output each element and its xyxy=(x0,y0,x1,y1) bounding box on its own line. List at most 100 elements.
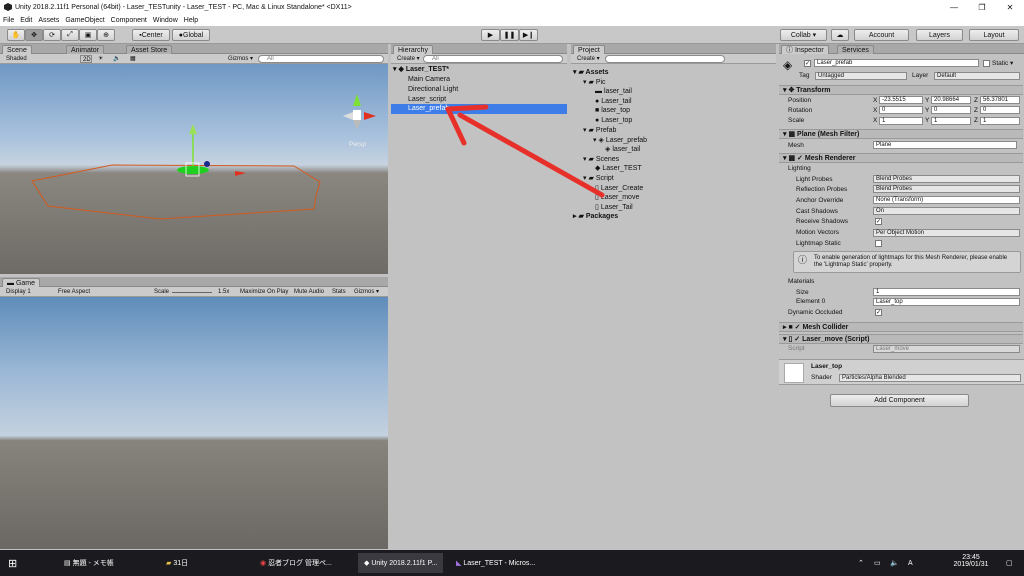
anchor-override-field[interactable]: None (Transform) xyxy=(873,196,1020,204)
element-0-field[interactable]: Laser_top xyxy=(873,298,1020,306)
aspect-dropdown[interactable]: Free Aspect xyxy=(56,288,150,296)
dynamic-occluded-checkbox[interactable]: ✓ xyxy=(875,309,882,316)
taskbar-item-visual-studio[interactable]: ◣ Laser_TEST - Micros... xyxy=(452,553,539,573)
maximize-button[interactable]: ❐ xyxy=(968,0,996,14)
hierarchy-item-main-camera[interactable]: Main Camera xyxy=(408,75,450,85)
menu-help[interactable]: Help xyxy=(184,17,198,24)
tab-hierarchy[interactable]: Hierarchy xyxy=(393,45,433,54)
scale-tool-icon[interactable]: ⤢ xyxy=(61,29,79,41)
reflection-probes-dropdown[interactable]: Blend Probes xyxy=(873,185,1020,193)
scene-orientation-gizmo[interactable] xyxy=(343,94,376,130)
menu-window[interactable]: Window xyxy=(153,17,178,24)
project-item[interactable]: ◈ laser_tail xyxy=(605,145,640,155)
tab-inspector[interactable]: ⓘ Inspector xyxy=(781,45,829,54)
pause-button[interactable]: ❚❚ xyxy=(500,29,519,41)
rotate-tool-icon[interactable]: ⟳ xyxy=(43,29,61,41)
tab-asset-store[interactable]: Asset Store xyxy=(126,45,173,54)
mesh-collider-header[interactable]: ▸ ■ ✓ Mesh Collider xyxy=(779,322,1023,332)
scene-gizmos-dropdown[interactable]: Gizmos ▾ xyxy=(226,55,256,63)
account-dropdown[interactable]: Account xyxy=(854,29,909,41)
shading-mode-dropdown[interactable]: Shaded xyxy=(4,55,74,63)
notifications-icon[interactable]: ▢ xyxy=(1006,553,1013,573)
position-y-input[interactable]: 20.98664 xyxy=(931,96,971,104)
receive-shadows-checkbox[interactable]: ✓ xyxy=(875,218,882,225)
position-z-input[interactable]: 56.37801 xyxy=(980,96,1020,104)
menu-file[interactable]: File xyxy=(3,17,14,24)
lightmap-static-checkbox[interactable] xyxy=(875,240,882,247)
tab-scene[interactable]: Scene xyxy=(2,45,32,54)
static-dropdown[interactable]: Static ▾ xyxy=(992,59,1013,68)
mesh-renderer-header[interactable]: ▾ ▦ ✓ Mesh Renderer xyxy=(779,153,1023,163)
tab-services[interactable]: Services xyxy=(837,45,874,54)
scene-search-input[interactable]: All xyxy=(258,55,384,63)
mute-audio-toggle[interactable]: Mute Audio xyxy=(292,288,326,296)
audio-toggle-icon[interactable]: 🔈 xyxy=(111,55,123,63)
transform-tool-icon[interactable]: ⊕ xyxy=(97,29,115,41)
volume-icon[interactable]: 🔈 xyxy=(890,553,899,573)
menu-component[interactable]: Component xyxy=(111,17,147,24)
gameobject-name-input[interactable]: Laser_prefab xyxy=(814,59,979,67)
game-viewport[interactable] xyxy=(0,297,388,549)
cloud-icon[interactable]: ☁ xyxy=(831,29,849,41)
rotation-x-input[interactable]: 0 xyxy=(879,106,923,114)
add-component-button[interactable]: Add Component xyxy=(830,394,969,407)
cast-shadows-dropdown[interactable]: On xyxy=(873,207,1020,215)
taskbar-item-unity[interactable]: ◆ Unity 2018.2.11f1 P... xyxy=(358,553,444,573)
scale-x-input[interactable]: 1 xyxy=(879,117,923,125)
rotation-y-input[interactable]: 0 xyxy=(931,106,971,114)
stats-toggle[interactable]: Stats xyxy=(330,288,348,296)
lighting-toggle-icon[interactable]: ☀ xyxy=(96,55,108,63)
taskbar-item-notepad[interactable]: ▤ 無題 - メモ帳 xyxy=(64,553,114,573)
tray-chevron-icon[interactable]: ⌃ xyxy=(858,553,864,573)
maximize-on-play-toggle[interactable]: Maximize On Play xyxy=(238,288,290,296)
project-folder-assets[interactable]: ▾ ▰ Assets xyxy=(573,68,609,78)
scene-viewport[interactable]: Persp xyxy=(0,64,388,274)
hierarchy-scene-root[interactable]: ▾ ◆ Laser_TEST* xyxy=(393,65,449,75)
project-create-dropdown[interactable]: Create ▾ xyxy=(575,55,602,63)
laser-move-script-header[interactable]: ▾ ▯ ✓ Laser_move (Script) xyxy=(779,334,1023,344)
tab-project[interactable]: Project xyxy=(573,45,605,54)
hand-tool-icon[interactable]: ✋ xyxy=(7,29,25,41)
materials-size-input[interactable]: 1 xyxy=(873,288,1020,296)
collab-dropdown[interactable]: Collab ▾ xyxy=(780,29,827,41)
clock[interactable]: 23:45 2019/01/31 xyxy=(946,554,996,568)
materials-foldout[interactable]: Materials xyxy=(788,277,814,286)
position-x-input[interactable]: -23.5515 xyxy=(879,96,923,104)
global-button[interactable]: ● Global xyxy=(172,29,210,41)
menu-edit[interactable]: Edit xyxy=(20,17,32,24)
taskbar-item-folder[interactable]: ▰ 31日 xyxy=(166,553,188,573)
rotation-z-input[interactable]: 0 xyxy=(980,106,1020,114)
motion-vectors-dropdown[interactable]: Per Object Motion xyxy=(873,229,1020,237)
rect-tool-icon[interactable]: ▣ xyxy=(79,29,97,41)
transform-header[interactable]: ▾ ✥ Transform xyxy=(779,85,1023,95)
ime-icon[interactable]: A xyxy=(908,553,913,573)
windows-start-icon[interactable]: ⊞ xyxy=(8,553,17,573)
mesh-filter-header[interactable]: ▾ ▦ Plane (Mesh Filter) xyxy=(779,129,1023,139)
pivot-center-button[interactable]: ▪ Center xyxy=(132,29,170,41)
scale-y-input[interactable]: 1 xyxy=(931,117,971,125)
lighting-foldout[interactable]: Lighting xyxy=(788,164,811,173)
network-icon[interactable]: ▭ xyxy=(874,553,881,573)
layer-dropdown[interactable]: Default xyxy=(934,72,1020,80)
tab-game[interactable]: ▬ Game xyxy=(2,278,41,287)
close-button[interactable]: ✕ xyxy=(996,0,1024,14)
tag-dropdown[interactable]: Untagged xyxy=(815,72,907,80)
menu-assets[interactable]: Assets xyxy=(38,17,59,24)
tab-animator[interactable]: Animator xyxy=(66,45,105,54)
display-dropdown[interactable]: Display 1 xyxy=(4,288,52,296)
effects-toggle-icon[interactable]: ▦ xyxy=(128,55,142,63)
minimize-button[interactable]: — xyxy=(940,0,968,14)
scale-z-input[interactable]: 1 xyxy=(980,117,1020,125)
2d-toggle[interactable]: 2D xyxy=(80,55,92,63)
shader-dropdown[interactable]: Particles/Alpha Blended xyxy=(839,374,1021,382)
game-gizmos-dropdown[interactable]: Gizmos ▾ xyxy=(352,288,381,296)
move-tool-icon[interactable]: ✥ xyxy=(25,29,43,41)
play-button[interactable]: ▶ xyxy=(481,29,500,41)
mesh-field[interactable]: Plane xyxy=(873,141,1017,149)
hierarchy-search-input[interactable]: All xyxy=(423,55,563,63)
layers-dropdown[interactable]: Layers xyxy=(916,29,963,41)
taskbar-item-chrome[interactable]: ◉ 忍者ブログ 管理ペ... xyxy=(260,553,332,573)
menu-gameobject[interactable]: GameObject xyxy=(65,17,104,24)
hierarchy-item-directional-light[interactable]: Directional Light xyxy=(408,85,458,95)
static-checkbox[interactable] xyxy=(983,60,990,67)
